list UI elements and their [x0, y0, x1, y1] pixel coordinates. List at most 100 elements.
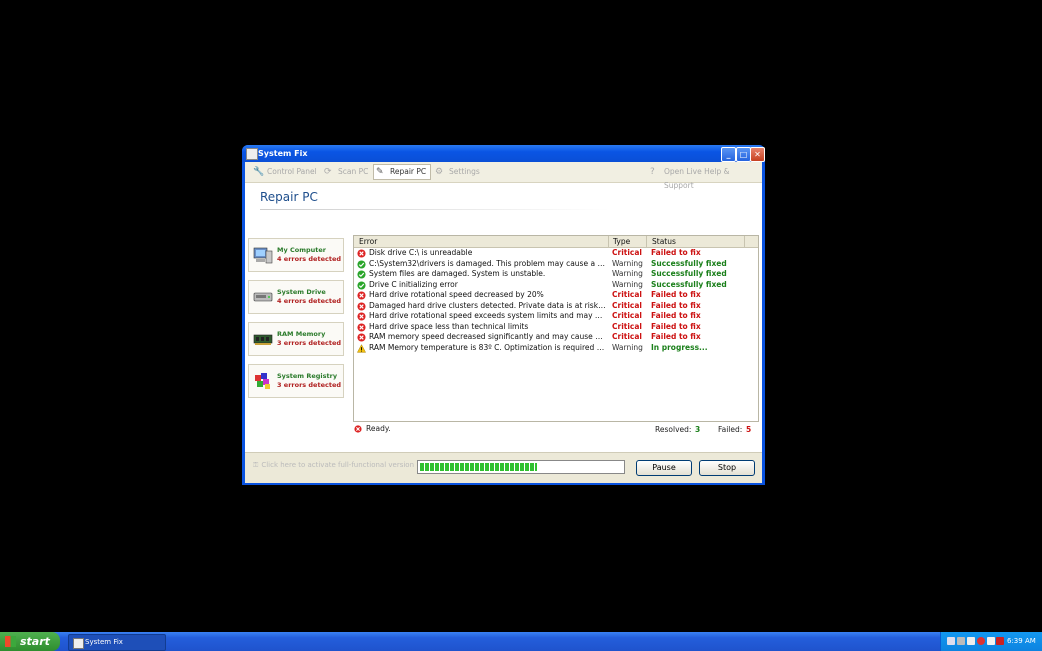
- toolbar-label: Control Panel: [267, 167, 317, 176]
- error-type: Critical: [612, 300, 643, 310]
- toolbar-label: Repair PC: [390, 167, 427, 176]
- help-support-link[interactable]: ? Open Live Help & Support: [648, 165, 762, 190]
- error-status: In progress...: [651, 342, 708, 352]
- error-icon: [357, 249, 366, 258]
- taskbar-button-system-fix[interactable]: System Fix: [68, 634, 166, 651]
- table-row[interactable]: System files are damaged. System is unst…: [354, 269, 758, 280]
- sidebar-item-ram-memory[interactable]: RAM Memory 3 errors detected: [248, 322, 344, 356]
- check-icon: [357, 259, 366, 269]
- column-header-status[interactable]: Status: [652, 237, 676, 246]
- security-alert-icon[interactable]: [977, 637, 985, 645]
- error-message: Damaged hard drive clusters detected. Pr…: [369, 300, 606, 310]
- resolved-count: 3: [695, 425, 701, 434]
- sidebar-item-system-drive[interactable]: System Drive 4 errors detected: [248, 280, 344, 314]
- table-row[interactable]: Hard drive space less than technical lim…: [354, 322, 758, 333]
- error-status: Successfully fixed: [651, 258, 727, 268]
- taskbar-button-label: System Fix: [85, 638, 123, 646]
- ram-icon: [253, 334, 273, 345]
- error-type: Warning: [612, 342, 643, 352]
- table-row[interactable]: RAM Memory temperature is 83º C. Optimiz…: [354, 343, 758, 354]
- sidebar-item-errors: 3 errors detected: [277, 339, 342, 347]
- key-icon: ⚿: [253, 461, 259, 469]
- error-status: Failed to fix: [651, 290, 701, 299]
- failed-count: 5: [746, 425, 752, 434]
- pause-button[interactable]: Pause: [636, 460, 692, 476]
- window-title: System Fix: [258, 149, 308, 158]
- minimize-button[interactable]: _: [721, 147, 736, 162]
- resolved-label: Resolved:: [655, 425, 692, 434]
- shield-icon[interactable]: [987, 637, 995, 645]
- activate-label: Click here to activate full-functional v…: [261, 461, 415, 469]
- error-status: Successfully fixed: [651, 279, 727, 289]
- divider: [260, 209, 610, 210]
- toolbar-settings[interactable]: ⚙ Settings: [433, 165, 484, 179]
- scan-icon: ⟳: [324, 167, 332, 177]
- check-icon: [357, 280, 366, 290]
- check-icon: [357, 270, 366, 279]
- error-icon: [357, 312, 366, 321]
- error-type: Warning: [612, 258, 643, 268]
- registry-icon: [255, 373, 270, 389]
- title-bar[interactable]: System Fix _ □ ✕: [242, 145, 765, 162]
- volume-icon[interactable]: [967, 637, 975, 645]
- app-icon: [246, 148, 258, 160]
- error-status: Successfully fixed: [651, 269, 727, 278]
- sidebar-item-my-computer[interactable]: My Computer 4 errors detected: [248, 238, 344, 272]
- system-fix-window: System Fix _ □ ✕ 🔧 Control Panel ⟳ Scan …: [242, 145, 765, 485]
- page-title: Repair PC: [260, 190, 318, 204]
- toolbar-label: Scan PC: [338, 167, 369, 176]
- error-status: Failed to fix: [651, 321, 701, 331]
- start-button[interactable]: start: [0, 632, 60, 651]
- table-row[interactable]: Disk drive C:\ is unreadable Critical Fail…: [354, 248, 758, 259]
- control-panel-icon: 🔧: [253, 167, 265, 177]
- stop-button[interactable]: Stop: [699, 460, 755, 476]
- progress-bar: [417, 460, 625, 474]
- warning-tray-icon[interactable]: [996, 637, 1004, 645]
- error-message: Drive C initializing error: [369, 279, 458, 289]
- table-header: Error Type Status: [354, 236, 758, 248]
- table-row[interactable]: Damaged hard drive clusters detected. Pr…: [354, 301, 758, 312]
- sidebar-item-errors: 4 errors detected: [277, 297, 342, 305]
- error-icon: [354, 425, 362, 433]
- error-message: Hard drive rotational speed decreased by…: [369, 290, 544, 299]
- error-message: C:\System32\drivers is damaged. This pro…: [369, 258, 606, 268]
- table-row[interactable]: C:\System32\drivers is damaged. This pro…: [354, 259, 758, 270]
- toolbar-scan-pc[interactable]: ⟳ Scan PC: [322, 165, 372, 179]
- table-row[interactable]: Hard drive rotational speed decreased by…: [354, 290, 758, 301]
- sidebar-item-name: RAM Memory: [277, 330, 326, 338]
- table-row[interactable]: RAM memory speed decreased significantly…: [354, 332, 758, 343]
- network-icon[interactable]: [947, 637, 955, 645]
- sidebar-item-errors: 4 errors detected: [277, 255, 342, 263]
- progress-fill: [420, 463, 538, 471]
- sidebar-item-name: My Computer: [277, 246, 326, 254]
- sidebar-item-name: System Drive: [277, 288, 326, 296]
- failed-label: Failed:: [718, 425, 743, 434]
- column-header-error[interactable]: Error: [359, 237, 377, 246]
- monitor-icon[interactable]: [957, 637, 965, 645]
- error-message: RAM Memory temperature is 83º C. Optimiz…: [369, 342, 606, 352]
- error-message: RAM memory speed decreased significantly…: [369, 332, 606, 341]
- toolbar: 🔧 Control Panel ⟳ Scan PC ✎ Repair PC ⚙ …: [245, 162, 762, 190]
- taskbar: start System Fix 6:39 AM: [0, 632, 1042, 651]
- table-row[interactable]: Hard drive rotational speed exceeds syst…: [354, 311, 758, 322]
- settings-icon: ⚙: [435, 167, 444, 177]
- error-type: Critical: [612, 290, 643, 299]
- close-button[interactable]: ✕: [750, 147, 765, 162]
- start-label: start: [20, 635, 50, 648]
- activate-link[interactable]: ⚿ Click here to activate full-functional …: [253, 461, 414, 470]
- warning-icon: [357, 343, 366, 353]
- error-type: Critical: [612, 248, 643, 257]
- drive-icon: [253, 292, 273, 302]
- sidebar-item-system-registry[interactable]: System Registry 3 errors detected: [248, 364, 344, 398]
- toolbar-control-panel[interactable]: 🔧 Control Panel: [251, 165, 321, 179]
- toolbar-label: Settings: [449, 167, 480, 176]
- column-header-type[interactable]: Type: [613, 237, 630, 246]
- error-icon: [357, 301, 366, 311]
- maximize-button[interactable]: □: [736, 147, 751, 162]
- toolbar-repair-pc[interactable]: ✎ Repair PC: [373, 164, 432, 180]
- table-row[interactable]: Drive C initializing error Warning Success…: [354, 280, 758, 291]
- windows-logo-icon: [5, 636, 16, 647]
- window-client: 🔧 Control Panel ⟳ Scan PC ✎ Repair PC ⚙ …: [245, 162, 762, 483]
- help-label: Open Live Help & Support: [664, 167, 730, 190]
- help-icon: ?: [650, 167, 655, 177]
